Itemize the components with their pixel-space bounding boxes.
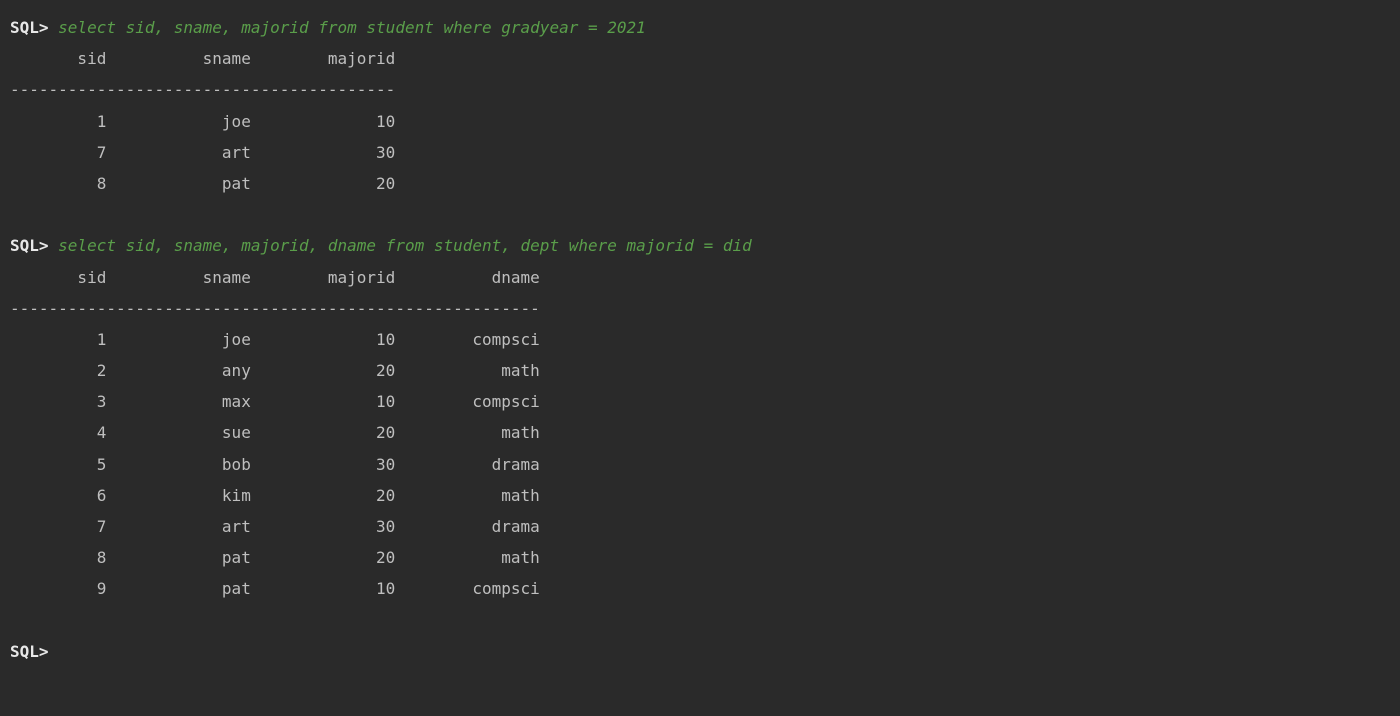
result-row: 3 max 10 compsci xyxy=(10,386,1390,417)
result-row: 5 bob 30 drama xyxy=(10,449,1390,480)
result-row: 8 pat 20 math xyxy=(10,542,1390,573)
result-row: 7 art 30 xyxy=(10,137,1390,168)
result-row: 6 kim 20 math xyxy=(10,480,1390,511)
result-row: 7 art 30 drama xyxy=(10,511,1390,542)
result-header: sid sname majorid dname xyxy=(10,262,1390,293)
result-row: 8 pat 20 xyxy=(10,168,1390,199)
sql-query-text: select sid, sname, majorid, dname from s… xyxy=(49,236,752,255)
sql-query-text: select sid, sname, majorid from student … xyxy=(49,18,646,37)
sql-prompt-line: SQL> select sid, sname, majorid, dname f… xyxy=(10,230,1390,261)
terminal-output[interactable]: SQL> select sid, sname, majorid from stu… xyxy=(10,12,1390,667)
sql-prompt: SQL> xyxy=(10,236,49,255)
query-block-1: SQL> select sid, sname, majorid, dname f… xyxy=(10,230,1390,604)
result-row: 2 any 20 math xyxy=(10,355,1390,386)
result-separator: ----------------------------------------… xyxy=(10,293,1390,324)
sql-prompt-line: SQL> select sid, sname, majorid from stu… xyxy=(10,12,1390,43)
result-header: sid sname majorid xyxy=(10,43,1390,74)
result-separator: ---------------------------------------- xyxy=(10,74,1390,105)
result-row: 1 joe 10 compsci xyxy=(10,324,1390,355)
sql-prompt-line[interactable]: SQL> xyxy=(10,636,1390,667)
result-row: 4 sue 20 math xyxy=(10,417,1390,448)
query-block-0: SQL> select sid, sname, majorid from stu… xyxy=(10,12,1390,199)
result-row: 1 joe 10 xyxy=(10,106,1390,137)
sql-prompt: SQL> xyxy=(10,642,49,661)
result-row: 9 pat 10 compsci xyxy=(10,573,1390,604)
sql-prompt: SQL> xyxy=(10,18,49,37)
